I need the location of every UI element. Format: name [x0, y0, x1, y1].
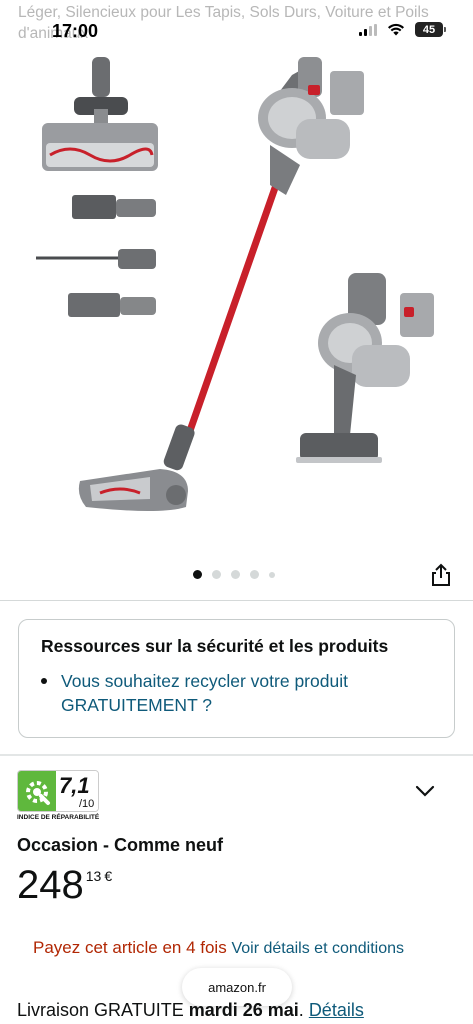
price: 248 13 €	[17, 862, 112, 908]
repairability-index[interactable]: 7,1 /10 INDICE DE RÉPARABILITÉ	[17, 770, 99, 822]
delivery-info: Livraison GRATUITE mardi 26 mai. Détails	[17, 1000, 364, 1021]
price-whole: 248	[17, 863, 84, 907]
status-indicators: 45	[359, 22, 446, 37]
accessory-adapter	[68, 293, 156, 317]
divider	[0, 600, 473, 601]
repairability-score-value: 7,1	[59, 773, 90, 798]
chevron-down-icon[interactable]	[414, 780, 436, 802]
gallery-dot[interactable]	[231, 570, 240, 579]
safety-card-heading: Ressources sur la sécurité et les produi…	[41, 636, 389, 656]
installment-details-link[interactable]: Voir détails et conditions	[231, 940, 404, 957]
repairability-score: 7,1 /10	[56, 771, 98, 811]
delivery-date: mardi 26 mai	[188, 1000, 299, 1020]
cellular-signal-icon	[359, 23, 377, 36]
share-icon[interactable]	[428, 562, 454, 588]
gallery-pagination[interactable]	[193, 570, 275, 579]
battery-level: 45	[422, 23, 436, 36]
delivery-details-link[interactable]: Détails	[309, 1000, 364, 1020]
safety-resources-card: Ressources sur la sécurité et les produi…	[18, 619, 455, 738]
accessory-brush-head	[42, 57, 158, 171]
gallery-dot[interactable]	[269, 571, 275, 578]
product-image	[36, 57, 434, 511]
accessory-crevice-tool	[72, 195, 156, 219]
recycle-link[interactable]: Vous souhaitez recycler votre produit GR…	[41, 669, 432, 717]
price-fraction: 13	[85, 868, 102, 884]
safety-card-list: Vous souhaitez recycler votre produit GR…	[41, 669, 432, 717]
product-image-gallery[interactable]	[0, 45, 473, 560]
gallery-dot[interactable]	[212, 570, 221, 579]
repairability-badge: 7,1 /10	[17, 770, 99, 812]
accessory-extension-hose	[36, 249, 156, 269]
repairability-label: INDICE DE RÉPARABILITÉ	[17, 814, 100, 821]
gallery-dot[interactable]	[250, 570, 259, 579]
gear-wrench-icon	[18, 771, 56, 811]
status-time: 17:00	[52, 21, 99, 41]
delivery-prefix: Livraison GRATUITE	[17, 1000, 184, 1020]
price-currency: €	[104, 868, 113, 884]
delivery-suffix: .	[298, 1000, 304, 1020]
divider	[0, 754, 473, 756]
repairability-score-denominator: /10	[79, 798, 95, 810]
installment-offer: Payez cet article en 4 fois Voir détails…	[33, 935, 453, 962]
handheld-vacuum	[296, 273, 434, 463]
bullet-icon	[41, 678, 47, 684]
gallery-dot-active[interactable]	[193, 570, 202, 579]
recycle-link-text[interactable]: Vous souhaitez recycler votre produit GR…	[61, 669, 432, 717]
item-condition: Occasion - Comme neuf	[17, 835, 224, 855]
installment-text: Payez cet article en 4 fois	[33, 938, 227, 957]
battery-icon: 45	[415, 22, 446, 37]
wifi-icon	[388, 23, 404, 36]
